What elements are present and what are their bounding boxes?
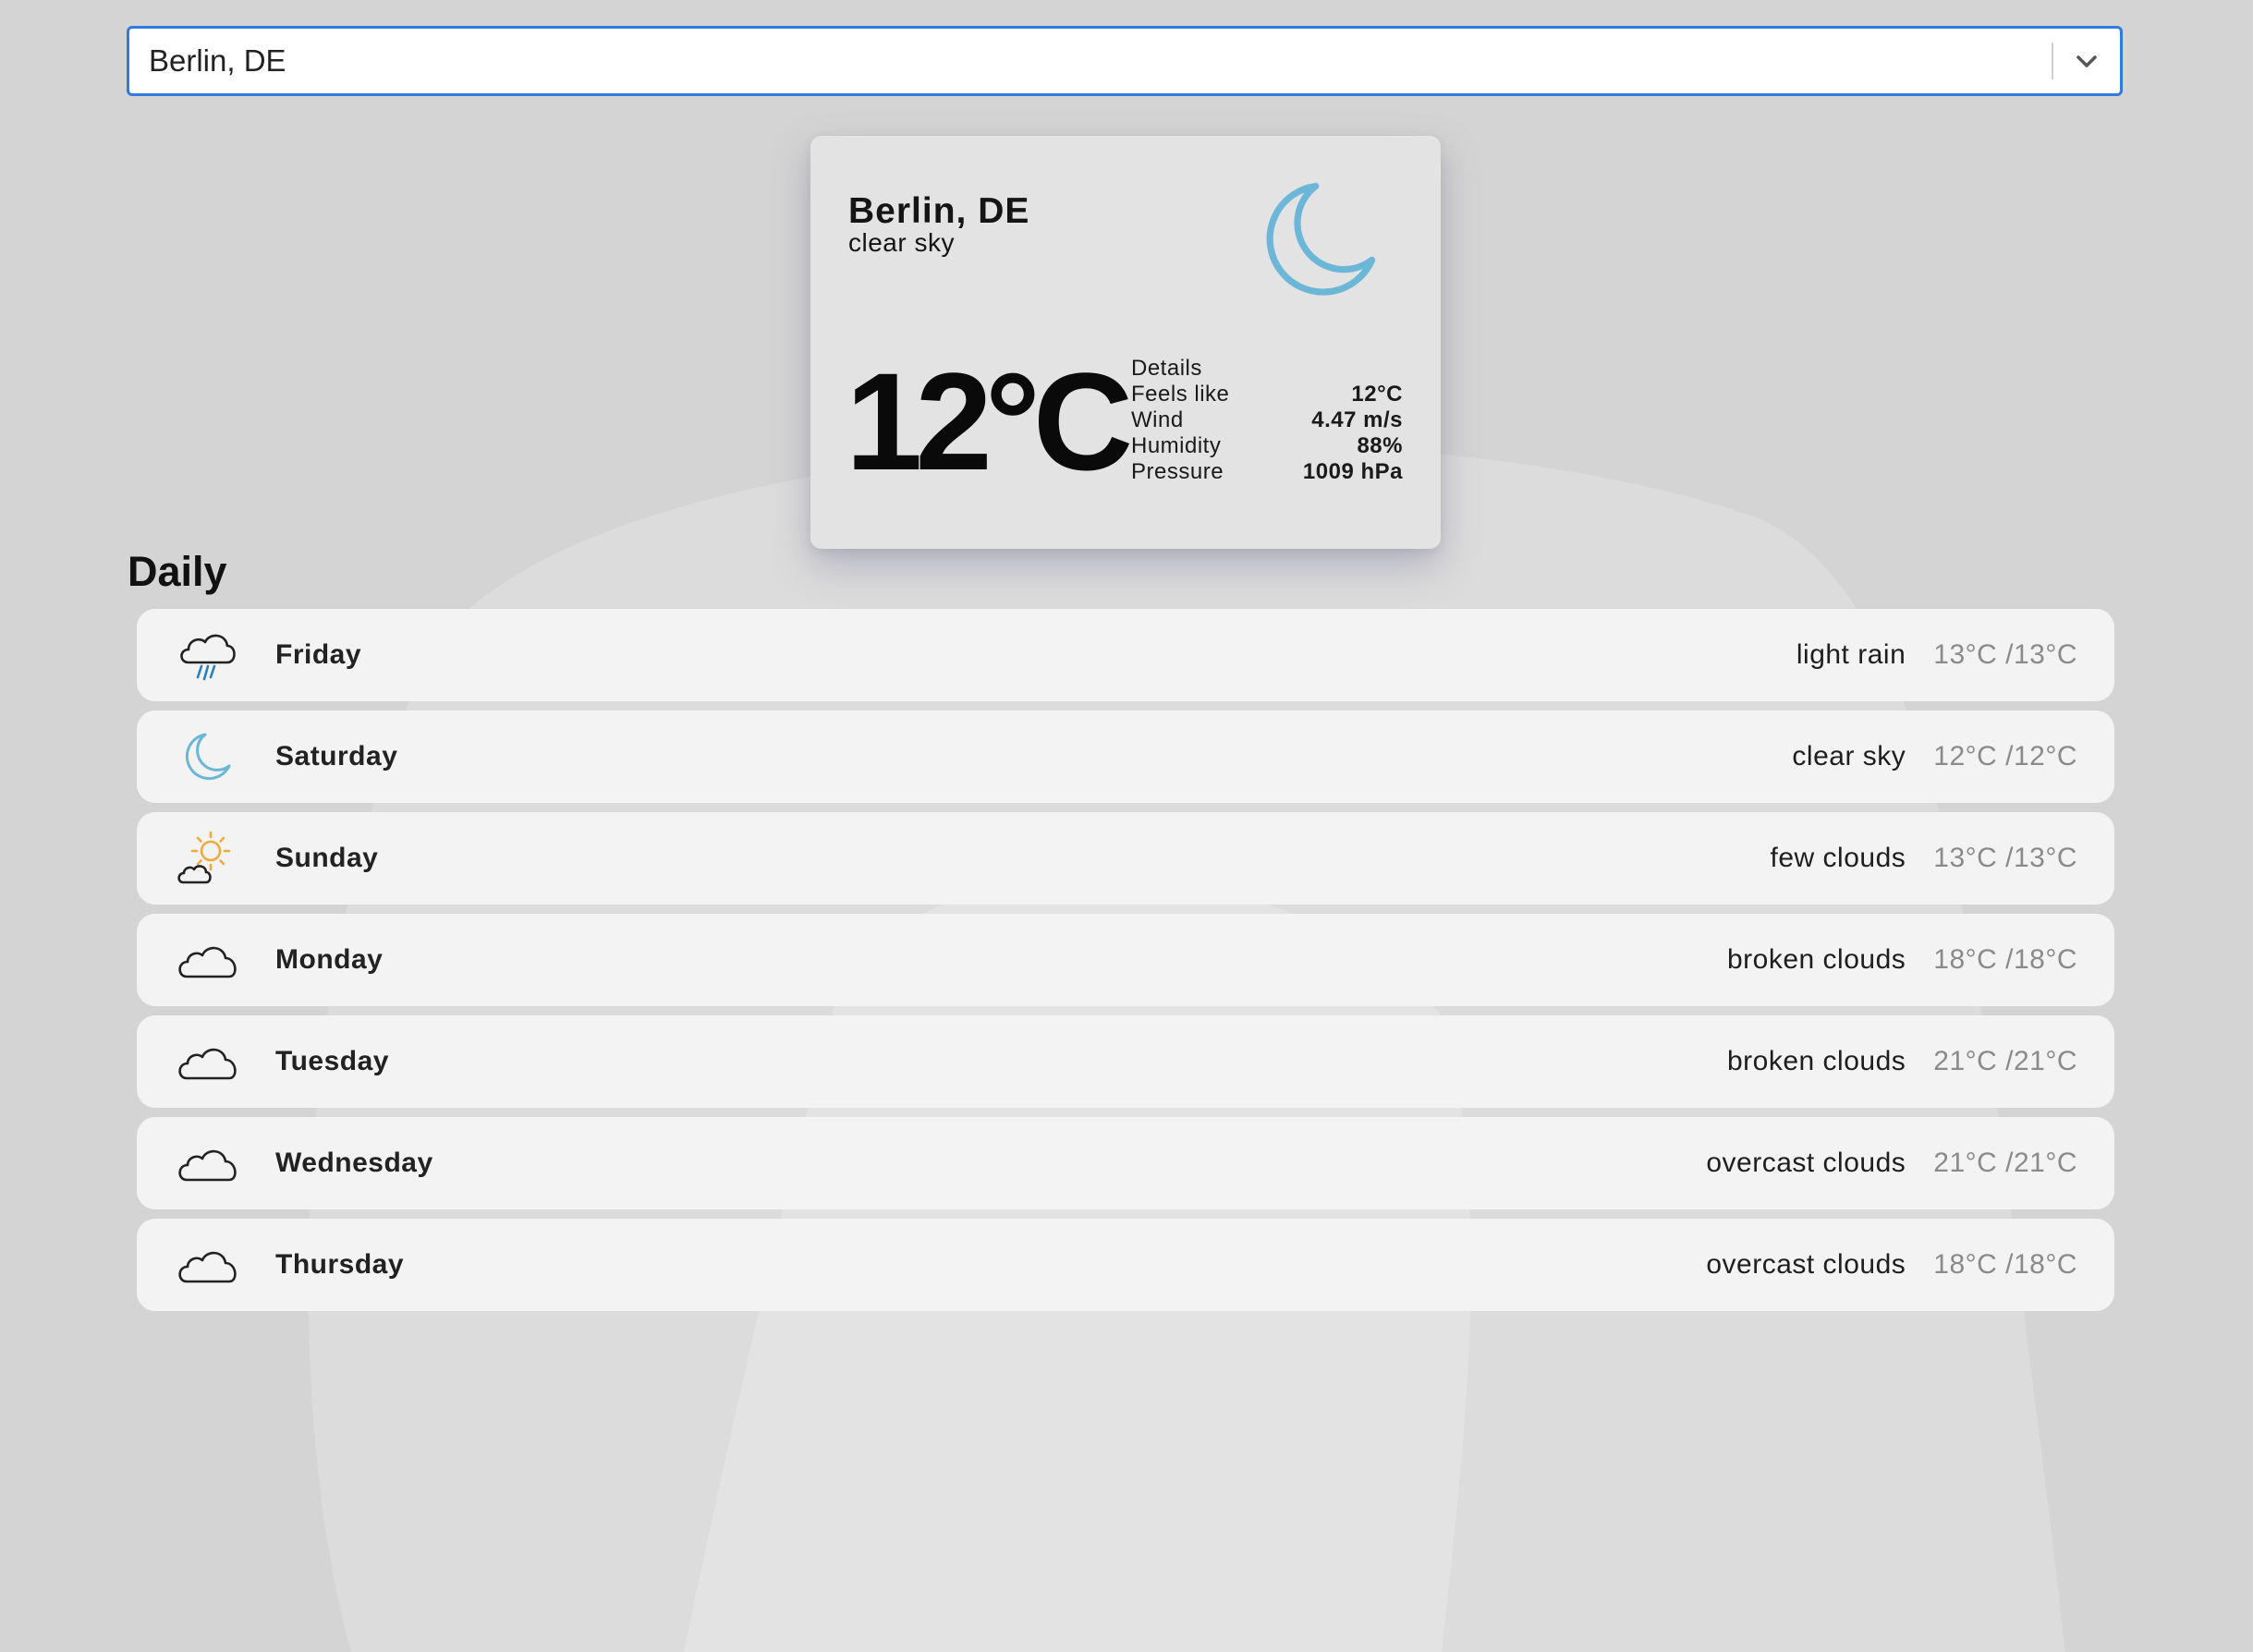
cloud-icon (178, 1149, 237, 1182)
sun-cloud-icon (177, 831, 231, 884)
detail-feels-like: Feels like 12°C (1131, 382, 1403, 407)
city-select[interactable]: Berlin, DE (127, 26, 2123, 96)
day-description: clear sky (1792, 741, 1906, 771)
day-name: Thursday (275, 1249, 405, 1280)
day-description: light rain (1796, 639, 1906, 670)
daily-row-monday[interactable]: Monday broken clouds 18°C /18°C (137, 914, 2114, 1006)
daily-row-friday[interactable]: Friday light rain 13°C /13°C (137, 609, 2114, 701)
detail-label: Pressure (1131, 459, 1224, 484)
day-temperature: 18°C /18°C (1933, 944, 2077, 975)
day-temperature: 21°C /21°C (1933, 1046, 2077, 1076)
moon-icon (185, 733, 231, 781)
daily-row-sunday[interactable]: Sunday few clouds 13°C /13°C (137, 812, 2114, 905)
cloud-icon (178, 1251, 237, 1283)
current-description: clear sky (848, 228, 955, 257)
daily-row-tuesday[interactable]: Tuesday broken clouds 21°C /21°C (137, 1015, 2114, 1108)
current-temperature: 12°C (846, 344, 1133, 499)
daily-forecast-list: Friday light rain 13°C /13°C Saturday cl… (137, 609, 2114, 1320)
daily-heading: Daily (128, 548, 227, 595)
daily-row-saturday[interactable]: Saturday clear sky 12°C /12°C (137, 711, 2114, 803)
detail-label: Humidity (1131, 433, 1222, 458)
detail-label: Feels like (1131, 382, 1230, 407)
detail-value: 12°C (1351, 382, 1403, 407)
details-title: Details (1131, 356, 1202, 381)
detail-label: Wind (1131, 407, 1184, 432)
daily-row-wednesday[interactable]: Wednesday overcast clouds 21°C /21°C (137, 1117, 2114, 1209)
day-name: Sunday (275, 843, 379, 873)
day-name: Saturday (275, 741, 398, 771)
day-temperature: 21°C /21°C (1933, 1148, 2077, 1178)
detail-value: 1009 hPa (1302, 459, 1403, 484)
day-temperature: 18°C /18°C (1933, 1249, 2077, 1280)
day-description: overcast clouds (1706, 1148, 1906, 1178)
details-title-row: Details (1131, 356, 1403, 382)
cloud-icon (178, 946, 237, 978)
day-description: broken clouds (1726, 944, 1906, 975)
day-temperature: 13°C /13°C (1933, 843, 2077, 873)
daily-row-thursday[interactable]: Thursday overcast clouds 18°C /18°C (137, 1219, 2114, 1311)
day-name: Monday (275, 944, 384, 975)
chevron-down-icon[interactable] (2053, 29, 2120, 93)
day-description: broken clouds (1726, 1046, 1906, 1076)
day-name: Tuesday (275, 1046, 389, 1076)
rain-cloud-icon (180, 634, 236, 681)
day-name: Wednesday (275, 1148, 433, 1178)
day-description: few clouds (1770, 843, 1906, 873)
current-weather-card: Berlin, DE clear sky 12°C Details Feels … (810, 136, 1441, 549)
detail-wind: Wind 4.47 m/s (1131, 407, 1403, 433)
city-select-value[interactable]: Berlin, DE (129, 43, 2052, 79)
day-name: Friday (275, 639, 362, 670)
current-city: Berlin, DE (848, 191, 1030, 231)
detail-humidity: Humidity 88% (1131, 433, 1403, 459)
details-panel: Details Feels like 12°C Wind 4.47 m/s Hu… (1131, 356, 1403, 485)
moon-icon (1266, 182, 1376, 296)
day-description: overcast clouds (1706, 1249, 1906, 1280)
day-temperature: 13°C /13°C (1933, 639, 2077, 670)
day-temperature: 12°C /12°C (1933, 741, 2077, 771)
detail-value: 4.47 m/s (1311, 407, 1403, 432)
detail-pressure: Pressure 1009 hPa (1131, 459, 1403, 485)
cloud-icon (178, 1048, 237, 1080)
detail-value: 88% (1357, 433, 1403, 458)
